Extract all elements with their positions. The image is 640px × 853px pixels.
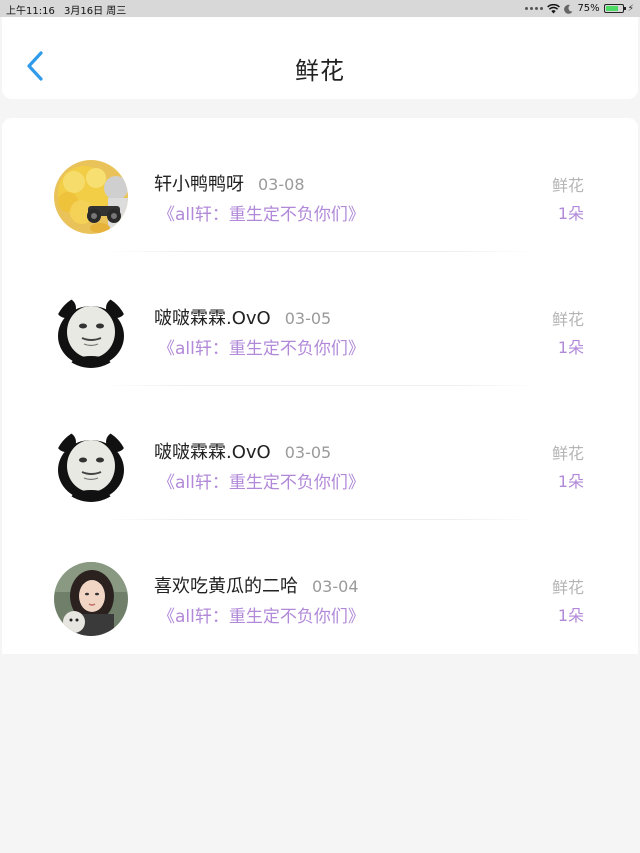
gift-count: 1朵 xyxy=(557,606,584,625)
gift-type: 鲜花 xyxy=(551,310,584,329)
book-title-link[interactable]: 《all轩：重生定不负你们》 xyxy=(158,200,365,225)
gift-record-item[interactable]: 轩小鸭鸭呀 03-08 《all轩：重生定不负你们》 鲜花 1朵 xyxy=(2,118,638,252)
charging-icon: ⚡ xyxy=(627,3,634,14)
gift-count: 1朵 xyxy=(557,338,584,357)
status-date: 3月16日 周三 xyxy=(64,6,127,17)
signal-dots-icon xyxy=(525,7,544,10)
record-date: 03-05 xyxy=(284,309,332,328)
status-time: 上午11:16 xyxy=(6,6,55,17)
record-date: 03-08 xyxy=(258,175,305,194)
gift-record-item[interactable]: 喜欢吃黄瓜的二哈 03-04 《all轩：重生定不负你们》 鲜花 1朵 xyxy=(2,520,638,654)
status-bar: 上午11:16 3月16日 周三 75% ⚡ xyxy=(0,0,640,17)
gift-type: 鲜花 xyxy=(551,444,584,463)
gift-record-list: 轩小鸭鸭呀 03-08 《all轩：重生定不负你们》 鲜花 1朵 啵啵霖霖.OvO… xyxy=(2,118,638,654)
battery-icon xyxy=(603,4,626,13)
username: 喜欢吃黄瓜的二哈 03-04 xyxy=(154,576,359,597)
battery-level xyxy=(605,6,618,11)
page-title: 鲜花 xyxy=(295,57,345,85)
status-left: 上午11:16 3月16日 周三 xyxy=(6,2,132,17)
status-right: 75% ⚡ xyxy=(525,1,634,16)
book-title-link[interactable]: 《all轩：重生定不负你们》 xyxy=(158,602,365,627)
girl-photo-avatar[interactable] xyxy=(54,562,128,636)
wifi-icon xyxy=(547,3,561,13)
record-date: 03-05 xyxy=(284,443,332,462)
username: 轩小鸭鸭呀 03-08 xyxy=(154,174,305,195)
username: 啵啵霖霖.OvO 03-05 xyxy=(154,308,332,329)
gift-record-item[interactable]: 啵啵霖霖.OvO 03-05 《all轩：重生定不负你们》 鲜花 1朵 xyxy=(2,386,638,520)
gift-count: 1朵 xyxy=(557,204,584,223)
book-title-link[interactable]: 《all轩：重生定不负你们》 xyxy=(158,334,365,359)
username: 啵啵霖霖.OvO 03-05 xyxy=(154,442,332,463)
gift-type: 鲜花 xyxy=(551,578,584,597)
panda-meme-avatar[interactable] xyxy=(54,428,128,502)
gift-type: 鲜花 xyxy=(551,176,584,195)
moon-icon xyxy=(564,4,573,14)
gift-count: 1朵 xyxy=(557,472,584,491)
yellow-chick-avatar[interactable] xyxy=(54,160,128,234)
gift-record-item[interactable]: 啵啵霖霖.OvO 03-05 《all轩：重生定不负你们》 鲜花 1朵 xyxy=(2,252,638,386)
nav-header: 鲜花 xyxy=(2,17,638,99)
panda-meme-avatar[interactable] xyxy=(54,294,128,368)
record-date: 03-04 xyxy=(312,577,359,596)
battery-percent: 75% xyxy=(577,3,600,14)
book-title-link[interactable]: 《all轩：重生定不负你们》 xyxy=(158,468,365,493)
